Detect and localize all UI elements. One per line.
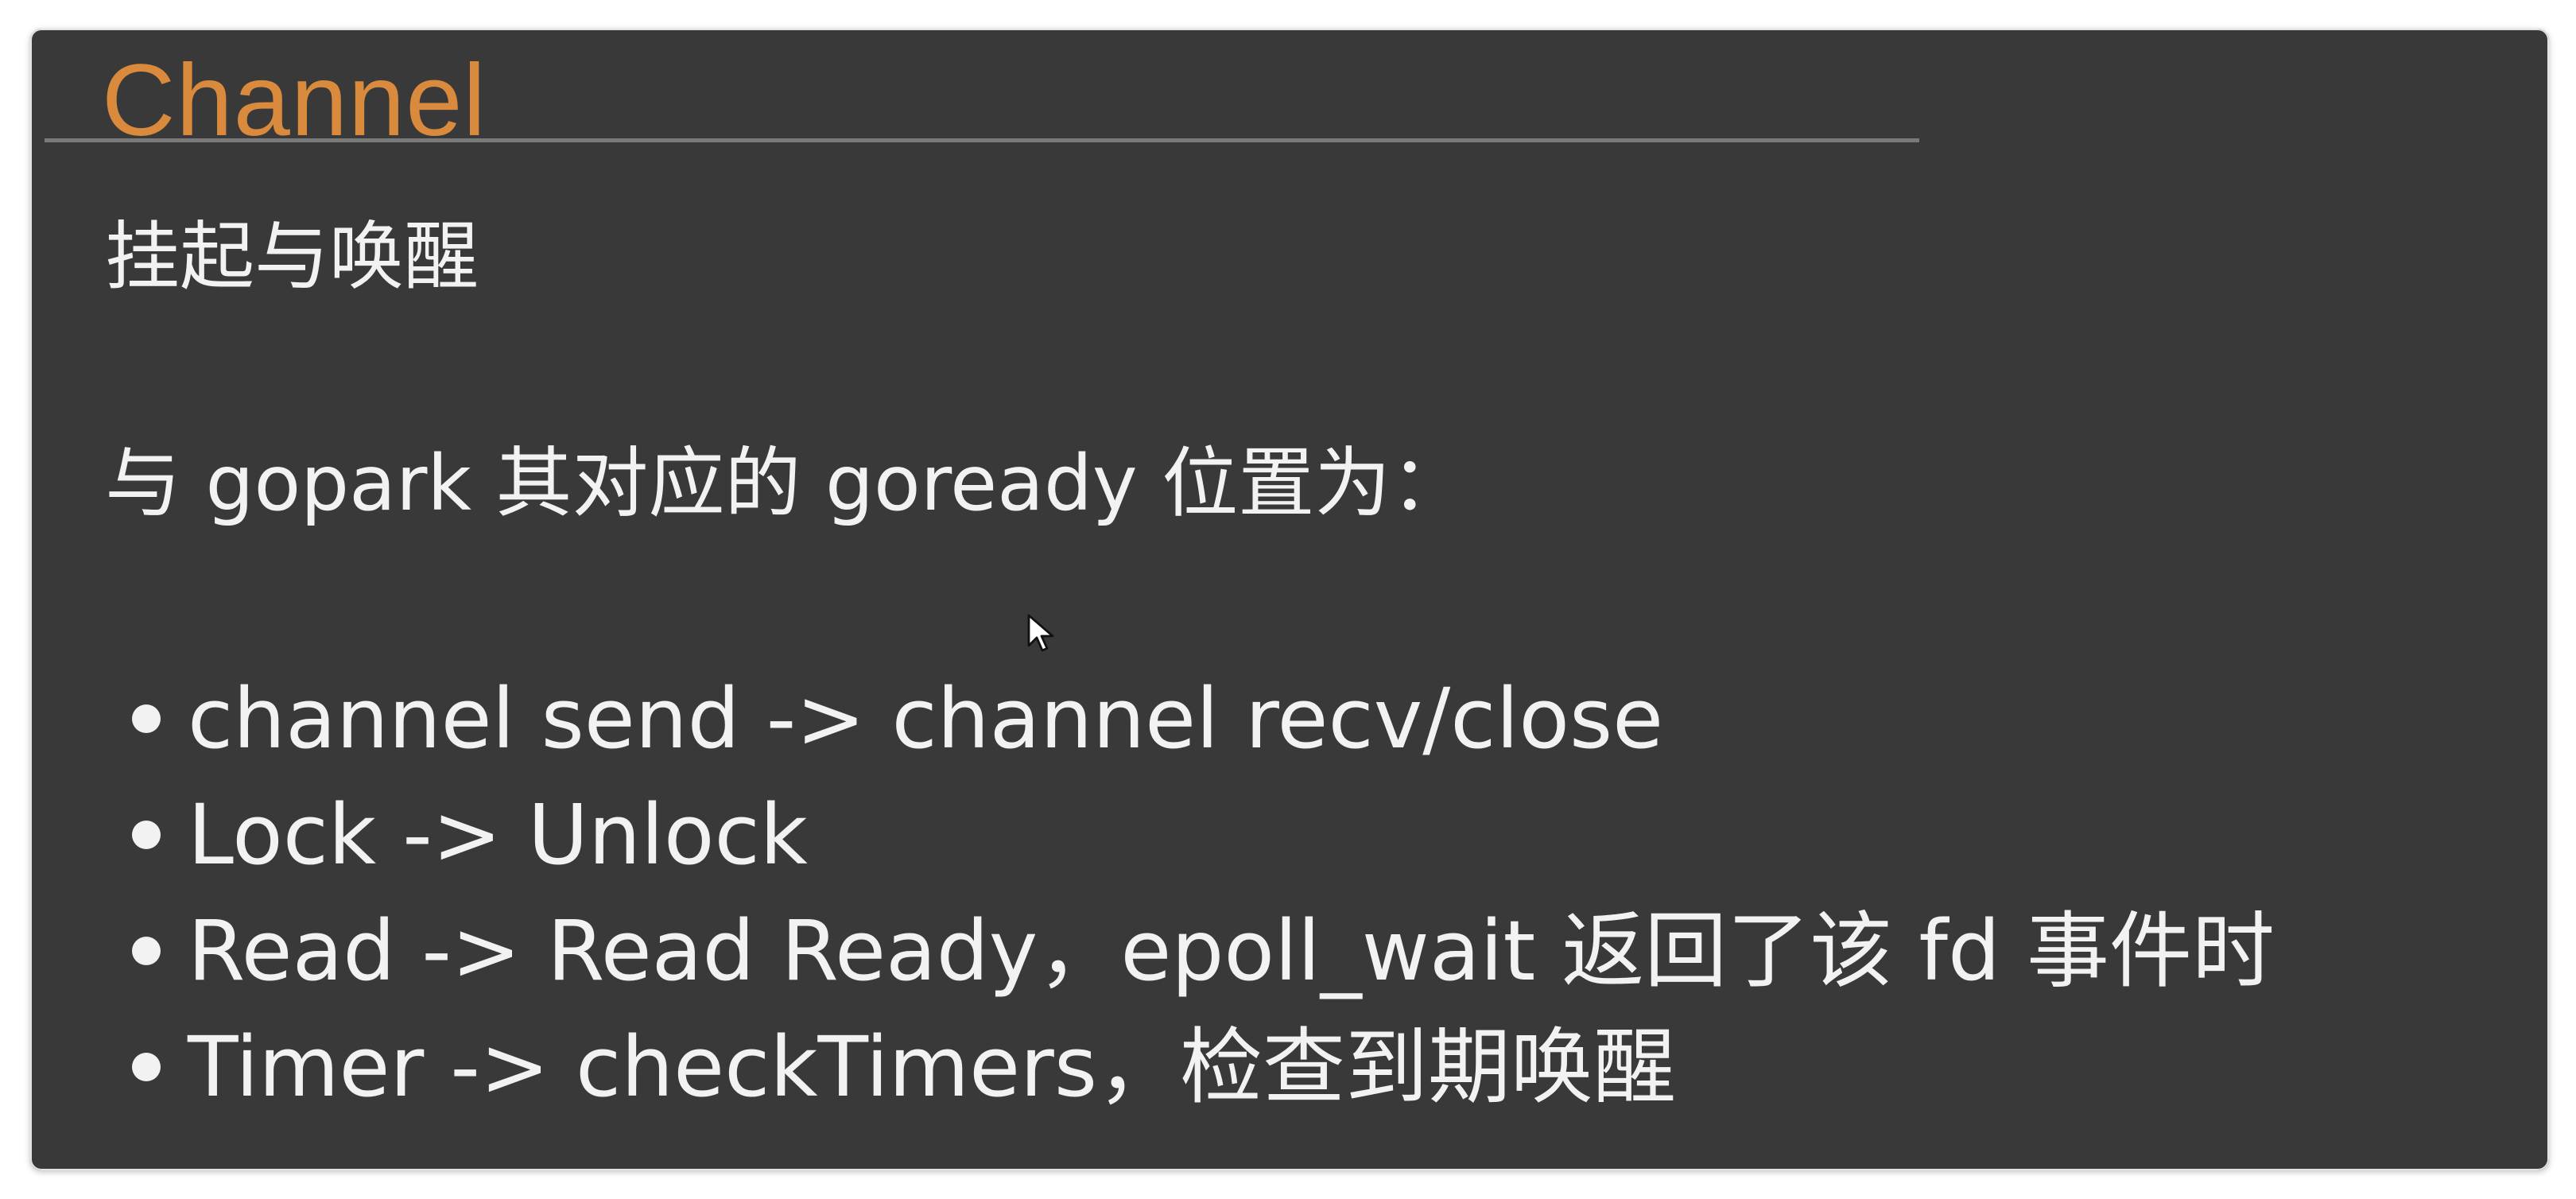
slide-title: Channel [102, 44, 487, 157]
title-divider [45, 138, 1919, 142]
presentation-slide: Channel 挂起与唤醒 与 gopark 其对应的 goready 位置为：… [30, 29, 2549, 1170]
intro-text: 与 gopark 其对应的 goready 位置为： [105, 439, 1468, 528]
bullet-dot-icon [132, 704, 161, 733]
bullet-text: Read -> Read Ready，epoll_wait 返回了该 fd 事件… [188, 902, 2275, 999]
mouse-pointer-icon [1027, 614, 1054, 652]
bullet-dot-icon [132, 821, 161, 849]
bullet-dot-icon [132, 1053, 161, 1081]
bullet-item: Read -> Read Ready，epoll_wait 返回了该 fd 事件… [132, 893, 2275, 1009]
screen: Channel 挂起与唤醒 与 gopark 其对应的 goready 位置为：… [0, 0, 2576, 1199]
bullet-text: Timer -> checkTimers，检查到期唤醒 [188, 1018, 1677, 1116]
bullet-list: channel send -> channel recv/close Lock … [132, 661, 2275, 1125]
bullet-item: Lock -> Unlock [132, 777, 2275, 893]
slide-subtitle: 挂起与唤醒 [105, 214, 479, 301]
bullet-text: Lock -> Unlock [188, 786, 808, 883]
bullet-dot-icon [132, 937, 161, 965]
bullet-item: Timer -> checkTimers，检查到期唤醒 [132, 1009, 2275, 1125]
bullet-text: channel send -> channel recv/close [188, 669, 1664, 767]
bullet-item: channel send -> channel recv/close [132, 661, 2275, 777]
